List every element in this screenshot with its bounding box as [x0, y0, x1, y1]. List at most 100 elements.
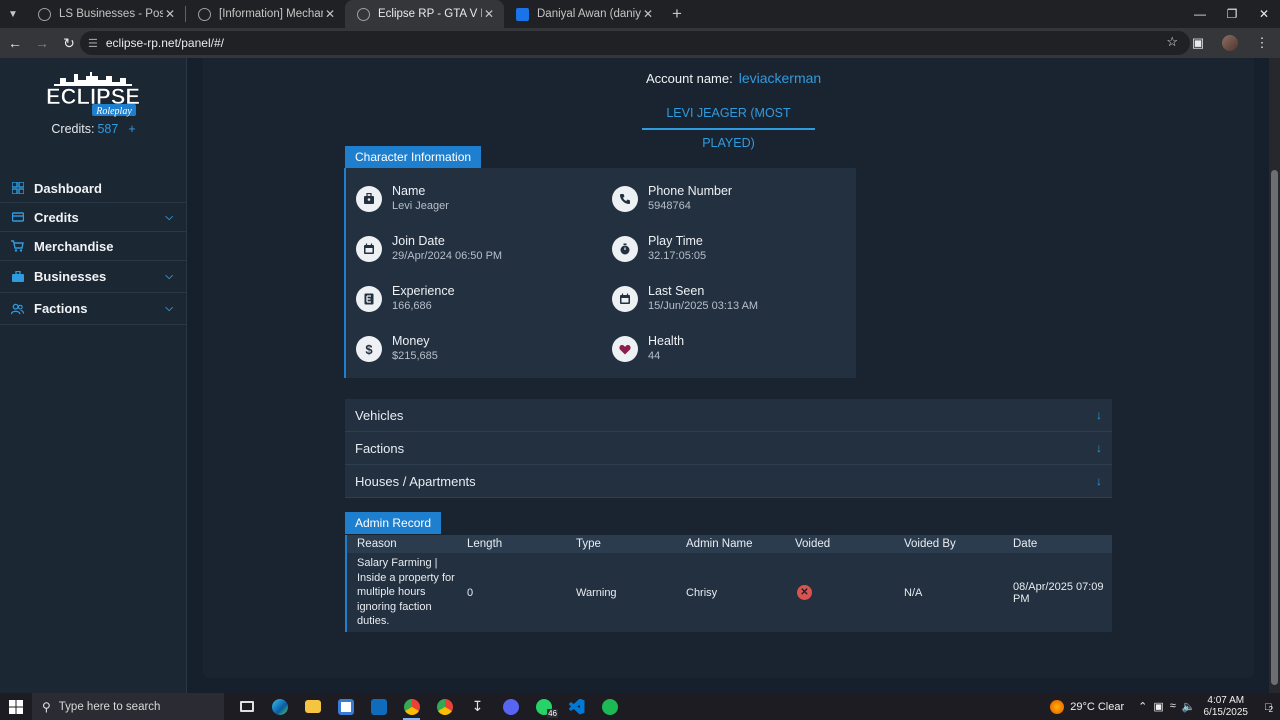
weather-text: 29°C Clear: [1070, 700, 1125, 713]
edge-icon[interactable]: [263, 693, 296, 720]
tray-icons: ⌃ ▣ ≈ 🔈: [1138, 700, 1195, 713]
column-header: Reason: [357, 538, 397, 550]
close-tab-icon[interactable]: ✕: [641, 7, 655, 21]
browser-toolbar: ← → ↻ ☰ eclipse-rp.net/panel/#/ ☆ ▣ ⋮: [0, 28, 1280, 58]
reload-icon[interactable]: ↻: [57, 31, 81, 55]
field-value: Levi Jeager: [392, 200, 449, 212]
close-window-icon[interactable]: ✕: [1248, 0, 1280, 28]
taskbar-search[interactable]: ⚲ Type here to search: [32, 693, 224, 720]
field-value: 15/Jun/2025 03:13 AM: [648, 300, 759, 312]
file-explorer-icon[interactable]: [296, 693, 329, 720]
close-tab-icon[interactable]: ✕: [163, 7, 177, 21]
clock-date: 6/15/2025: [1203, 706, 1249, 718]
taskbar-clock[interactable]: 4:07 AM 6/15/2025: [1204, 695, 1249, 719]
svg-text:Roleplay: Roleplay: [95, 106, 132, 117]
whatsapp-icon[interactable]: 46: [527, 693, 560, 720]
field-label: Join Date: [392, 234, 445, 248]
browser-tab-1[interactable]: LS Businesses - Post a new topic ✕: [26, 0, 185, 28]
sidebar-item-credits[interactable]: Credits ⌵: [0, 203, 186, 232]
sidebar-item-label: Dashboard: [34, 180, 102, 196]
wifi-icon[interactable]: ≈: [1170, 700, 1176, 713]
browser-tab-3[interactable]: Eclipse RP - GTA V Roleplay Server ✕: [345, 0, 504, 28]
field-play-time: Play Time 32.17:05:05: [612, 234, 706, 264]
spotify-icon[interactable]: [593, 693, 626, 720]
tab-search-button[interactable]: ▼: [0, 0, 26, 28]
field-last-seen: Last Seen 15/Jun/2025 03:13 AM: [612, 284, 758, 314]
eclipse-logo[interactable]: ECLIPSE Roleplay: [46, 70, 140, 118]
address-bar[interactable]: ☰ eclipse-rp.net/panel/#/ ☆: [80, 31, 1190, 55]
add-credits-button[interactable]: +: [128, 122, 135, 136]
weather-widget[interactable]: 29°C Clear: [1050, 699, 1125, 714]
page-scrollbar[interactable]: [1269, 58, 1280, 693]
chrome-active-icon[interactable]: [395, 693, 428, 720]
cell-length: 0: [467, 586, 474, 599]
toolbar-right: ▣ ⋮: [1186, 31, 1274, 55]
close-tab-icon[interactable]: ✕: [482, 7, 496, 21]
field-value: 29/Apr/2024 06:50 PM: [392, 250, 503, 262]
accordion-vehicles[interactable]: Vehicles ↓: [345, 399, 1112, 432]
site-info-icon[interactable]: ☰: [88, 37, 98, 50]
chevron-down-icon: ⌵: [165, 303, 173, 314]
clock-time: 4:07 AM: [1207, 694, 1245, 706]
field-label: Name: [392, 184, 426, 198]
task-view-icon[interactable]: [230, 693, 263, 720]
globe-icon: [357, 7, 370, 21]
browser-tab-2[interactable]: [Information] Mechanic Recruitment ✕: [186, 0, 345, 28]
field-health: Health 44: [612, 334, 684, 364]
sidebar-item-factions[interactable]: Factions ⌵: [0, 293, 186, 325]
outlook-icon[interactable]: [362, 693, 395, 720]
accordion-label: Factions: [355, 440, 405, 456]
character-info-title: Character Information: [345, 146, 482, 168]
profile-avatar[interactable]: [1222, 35, 1238, 51]
back-icon[interactable]: ←: [3, 31, 27, 55]
extensions-icon[interactable]: ▣: [1186, 31, 1210, 55]
column-header: Voided By: [904, 538, 956, 550]
minimize-icon[interactable]: —: [1184, 0, 1216, 28]
menu-kebab-icon[interactable]: ⋮: [1250, 31, 1274, 55]
notification-center-button[interactable]: □ 2: [1258, 693, 1280, 720]
accordion-houses-apartments[interactable]: Houses / Apartments ↓: [345, 465, 1112, 498]
chrome-icon[interactable]: [428, 693, 461, 720]
windows-start-button[interactable]: [0, 693, 32, 720]
cell-reason: Salary Farming | Inside a property for m…: [357, 557, 455, 628]
chevron-up-icon[interactable]: ⌃: [1138, 700, 1147, 713]
table-row: Salary Farming | Inside a property for m…: [347, 553, 1112, 632]
credits-label: Credits:: [51, 122, 95, 136]
field-value: 5948764: [648, 200, 691, 212]
forward-icon[interactable]: →: [30, 31, 54, 55]
tab-title: Eclipse RP - GTA V Roleplay Server: [378, 8, 482, 20]
discord-icon[interactable]: [494, 693, 527, 720]
restore-icon[interactable]: ❐: [1216, 0, 1248, 28]
sidebar-item-businesses[interactable]: Businesses ⌵: [0, 261, 186, 293]
field-label: Experience: [392, 284, 455, 298]
tab-character-most-played[interactable]: LEVI JEAGER (MOST PLAYED): [642, 98, 815, 150]
volume-icon[interactable]: 🔈: [1182, 700, 1196, 713]
windows-taskbar: ⚲ Type here to search ↧ 46 29°C Clear ⌃ …: [0, 693, 1280, 720]
globe-icon: [38, 7, 51, 21]
sidebar-item-merchandise[interactable]: Merchandise: [0, 232, 186, 261]
cell-voided-by: N/A: [904, 586, 923, 599]
new-tab-button[interactable]: +: [663, 0, 691, 28]
sidebar-item-label: Merchandise: [34, 238, 114, 254]
downloads-icon[interactable]: ↧: [461, 693, 494, 720]
meet-now-icon[interactable]: ▣: [1153, 700, 1163, 713]
field-label: Play Time: [648, 234, 703, 248]
window-controls: — ❐ ✕: [1184, 0, 1280, 28]
globe-icon: [198, 7, 211, 21]
sidebar-item-dashboard[interactable]: Dashboard: [0, 174, 186, 203]
accordion-factions[interactable]: Factions ↓: [345, 432, 1112, 465]
arrow-down-icon: ↓: [1096, 474, 1102, 488]
sidebar-menu: Dashboard Credits ⌵ Merchandise Business…: [0, 174, 186, 325]
vscode-icon[interactable]: [560, 693, 593, 720]
close-tab-icon[interactable]: ✕: [323, 7, 337, 21]
store-icon[interactable]: [329, 693, 362, 720]
field-value: $215,685: [392, 350, 438, 362]
sidebar-item-label: Factions: [34, 301, 88, 316]
scrollbar-thumb[interactable]: [1271, 170, 1278, 685]
cart-icon: [11, 240, 24, 253]
browser-tab-4[interactable]: Daniyal Awan (daniyal-awan2) - GitHub ✕: [504, 0, 663, 28]
eclipse-logo-graphic: ECLIPSE Roleplay: [46, 72, 140, 117]
column-header: Length: [467, 538, 503, 550]
bookmark-star-icon[interactable]: ☆: [1166, 34, 1178, 50]
account-name: Account name: leviackerman: [646, 70, 821, 86]
